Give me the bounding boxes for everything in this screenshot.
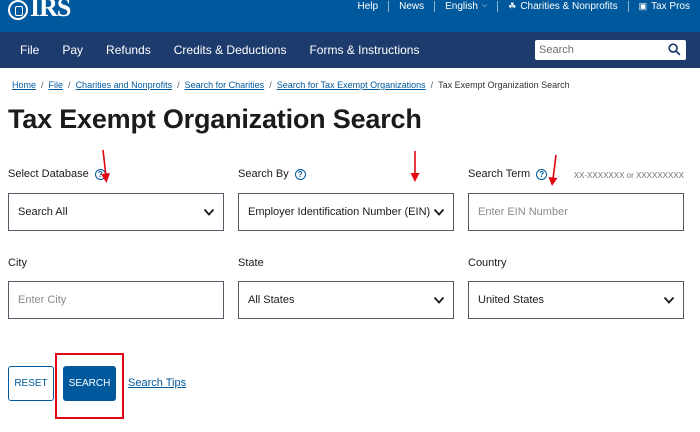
search-term-field[interactable] bbox=[468, 193, 684, 231]
search-button[interactable]: SEARCH bbox=[63, 366, 116, 401]
language-selector[interactable]: English ⌵ bbox=[434, 0, 497, 12]
chevron-down-icon bbox=[433, 208, 445, 216]
top-utility-bar: IRS Help News English ⌵ ☘ Charities & Nonp… bbox=[0, 0, 700, 32]
breadcrumb: Home / File / Charities and Nonprofits / Searc… bbox=[12, 80, 570, 90]
country-dropdown[interactable]: United States bbox=[468, 281, 684, 319]
tax-pros-link-label: Tax Pros bbox=[651, 0, 690, 12]
nav-item-credits-deductions[interactable]: Credits & Deductions bbox=[174, 43, 287, 57]
reset-button[interactable]: RESET bbox=[8, 366, 54, 401]
chevron-down-icon: ⌵ bbox=[481, 2, 488, 9]
select-database-label-text: Select Database bbox=[8, 168, 89, 180]
city-label-text: City bbox=[8, 257, 27, 269]
state-dropdown[interactable]: All States bbox=[238, 281, 454, 319]
breadcrumb-separator: / bbox=[430, 80, 434, 90]
tax-pros-link[interactable]: ▣ Tax Pros bbox=[627, 0, 700, 12]
logo-text: IRS bbox=[30, 0, 71, 22]
search-by-dropdown[interactable]: Employer Identification Number (EIN) bbox=[238, 193, 454, 231]
chevron-down-icon bbox=[663, 296, 675, 304]
utility-links: Help News English ⌵ ☘ Charities & Nonprofi… bbox=[348, 0, 700, 12]
irs-logo[interactable]: IRS bbox=[8, 0, 71, 22]
country-label: Country bbox=[468, 257, 507, 269]
news-link[interactable]: News bbox=[388, 0, 434, 12]
nav-item-refunds[interactable]: Refunds bbox=[106, 43, 151, 57]
site-search-input[interactable] bbox=[535, 40, 660, 60]
search-term-input[interactable] bbox=[478, 206, 683, 218]
breadcrumb-search-tax-exempt[interactable]: Search for Tax Exempt Organizations bbox=[277, 80, 426, 90]
select-database-dropdown[interactable]: Search All bbox=[8, 193, 224, 231]
help-link[interactable]: Help bbox=[348, 1, 389, 12]
eagle-emblem-icon bbox=[8, 0, 28, 20]
breadcrumb-current: Tax Exempt Organization Search bbox=[438, 80, 570, 90]
ein-format-hint: XX-XXXXXXX or XXXXXXXXX bbox=[573, 171, 684, 180]
state-label: State bbox=[238, 257, 264, 269]
state-value: All States bbox=[248, 294, 295, 306]
help-link-label: Help bbox=[357, 0, 379, 12]
page-title: Tax Exempt Organization Search bbox=[8, 104, 422, 134]
news-link-label: News bbox=[399, 0, 425, 12]
select-database-label: Select Database ? bbox=[8, 168, 106, 180]
chevron-down-icon bbox=[433, 296, 445, 304]
breadcrumb-charities-nonprofits[interactable]: Charities and Nonprofits bbox=[76, 80, 173, 90]
breadcrumb-home[interactable]: Home bbox=[12, 80, 36, 90]
charities-link[interactable]: ☘ Charities & Nonprofits bbox=[497, 0, 627, 12]
breadcrumb-separator: / bbox=[269, 80, 272, 90]
country-value: United States bbox=[478, 294, 545, 306]
city-field[interactable] bbox=[8, 281, 224, 319]
search-icon[interactable] bbox=[668, 43, 681, 56]
briefcase-icon: ▣ bbox=[638, 0, 648, 11]
annotation-arrow-icon bbox=[101, 149, 110, 183]
search-term-label: Search Term ? bbox=[468, 168, 548, 180]
search-by-label: Search By ? bbox=[238, 168, 306, 180]
breadcrumb-separator: / bbox=[68, 80, 71, 90]
city-label: City bbox=[8, 257, 27, 269]
nav-item-file[interactable]: File bbox=[20, 43, 39, 57]
state-label-text: State bbox=[238, 257, 264, 269]
breadcrumb-separator: / bbox=[177, 80, 180, 90]
help-circle-icon[interactable]: ? bbox=[294, 168, 306, 180]
site-search bbox=[535, 40, 686, 60]
breadcrumb-search-charities[interactable]: Search for Charities bbox=[185, 80, 265, 90]
search-by-value: Employer Identification Number (EIN) bbox=[248, 206, 431, 218]
handshake-icon: ☘ bbox=[508, 0, 517, 11]
search-tips-link[interactable]: Search Tips bbox=[128, 377, 186, 389]
language-label: English bbox=[445, 0, 478, 12]
nav-item-forms-instructions[interactable]: Forms & Instructions bbox=[309, 43, 419, 57]
nav-item-pay[interactable]: Pay bbox=[62, 43, 83, 57]
country-label-text: Country bbox=[468, 257, 507, 269]
city-input[interactable] bbox=[18, 294, 223, 306]
search-by-label-text: Search By bbox=[238, 168, 289, 180]
annotation-arrow-icon bbox=[410, 151, 420, 182]
charities-link-label: Charities & Nonprofits bbox=[520, 0, 618, 12]
annotation-arrow-icon bbox=[548, 154, 558, 186]
breadcrumb-separator: / bbox=[41, 80, 44, 90]
breadcrumb-file[interactable]: File bbox=[49, 80, 64, 90]
select-database-value: Search All bbox=[18, 206, 68, 218]
chevron-down-icon bbox=[203, 208, 215, 216]
nav-items: File Pay Refunds Credits & Deductions Fo… bbox=[20, 32, 442, 68]
search-term-label-text: Search Term bbox=[468, 168, 531, 180]
